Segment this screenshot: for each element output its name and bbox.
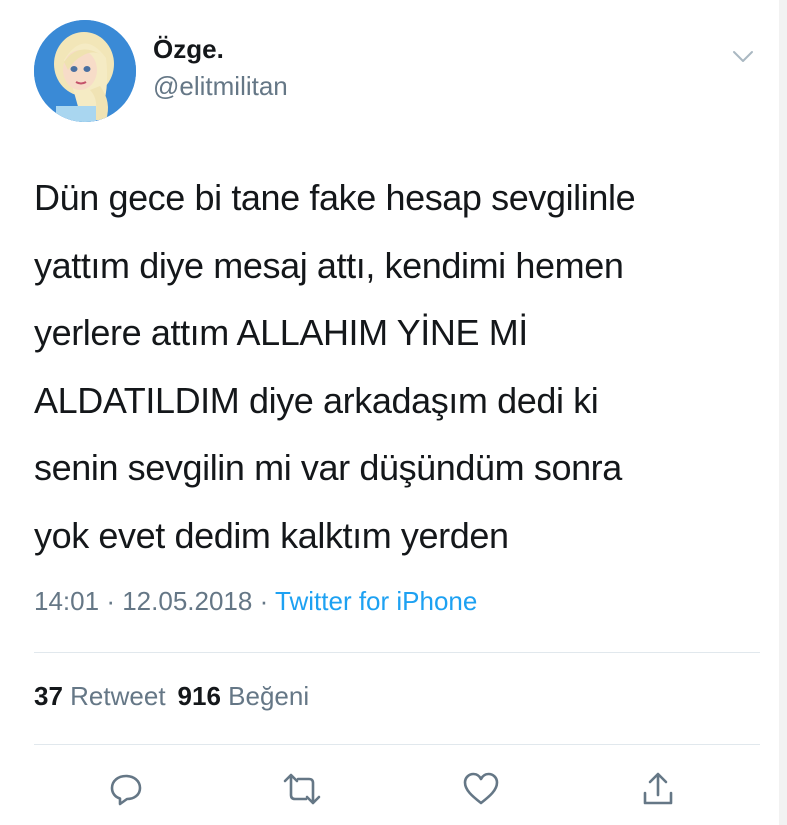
handle[interactable]: @elitmilitan — [153, 71, 288, 102]
tweet-date: 12.05.2018 — [122, 586, 253, 616]
display-name[interactable]: Özge. — [153, 34, 224, 65]
tweet-line: senin sevgilin mi var düşündüm sonra — [34, 447, 622, 488]
reply-icon — [110, 774, 142, 806]
tweet-line: yok evet dedim kalktım yerden — [34, 514, 509, 556]
retweet-label: Retweet — [70, 681, 166, 711]
tweet-stats: 37 Retweet 916 Beğeni — [34, 681, 309, 712]
retweet-count: 37 — [34, 681, 63, 711]
avatar-elsa-icon — [34, 20, 136, 122]
tweet-line: Dün gece bi tane fake hesap sevgilinle — [34, 177, 636, 218]
retweet-stat[interactable]: 37 Retweet — [34, 681, 166, 711]
retweet-icon — [283, 773, 321, 805]
meta-separator: · — [106, 586, 115, 616]
tweet-source-link[interactable]: Twitter for iPhone — [275, 586, 477, 616]
meta-separator: · — [259, 586, 269, 616]
tweet-line: yerlere attım ALLAHIM YİNE Mİ — [34, 312, 528, 353]
tweet-time: 14:01 — [34, 586, 100, 616]
tweet-line: yattım diye mesaj attı, kendimi hemen — [34, 244, 624, 286]
like-button[interactable] — [459, 767, 503, 811]
retweet-button[interactable] — [280, 767, 324, 811]
divider — [34, 652, 760, 653]
avatar[interactable] — [34, 20, 136, 122]
tweet-line: ALDATILDIM diye arkadaşım dedi ki — [34, 379, 599, 421]
like-label: Beğeni — [228, 681, 310, 711]
tweet-text: Dün gece bi tane fake hesap sevgilinle y… — [34, 164, 744, 569]
share-icon — [643, 772, 673, 805]
divider — [34, 744, 760, 745]
reply-button[interactable] — [104, 767, 148, 811]
like-icon — [463, 772, 499, 805]
like-count: 916 — [177, 681, 221, 711]
chevron-down-icon[interactable] — [726, 40, 760, 74]
scrollbar-track — [779, 0, 787, 825]
tweet-meta: 14:01 · 12.05.2018 · Twitter for iPhone — [34, 586, 477, 617]
like-stat[interactable]: 916 Beğeni — [178, 681, 310, 711]
share-button[interactable] — [636, 767, 680, 811]
